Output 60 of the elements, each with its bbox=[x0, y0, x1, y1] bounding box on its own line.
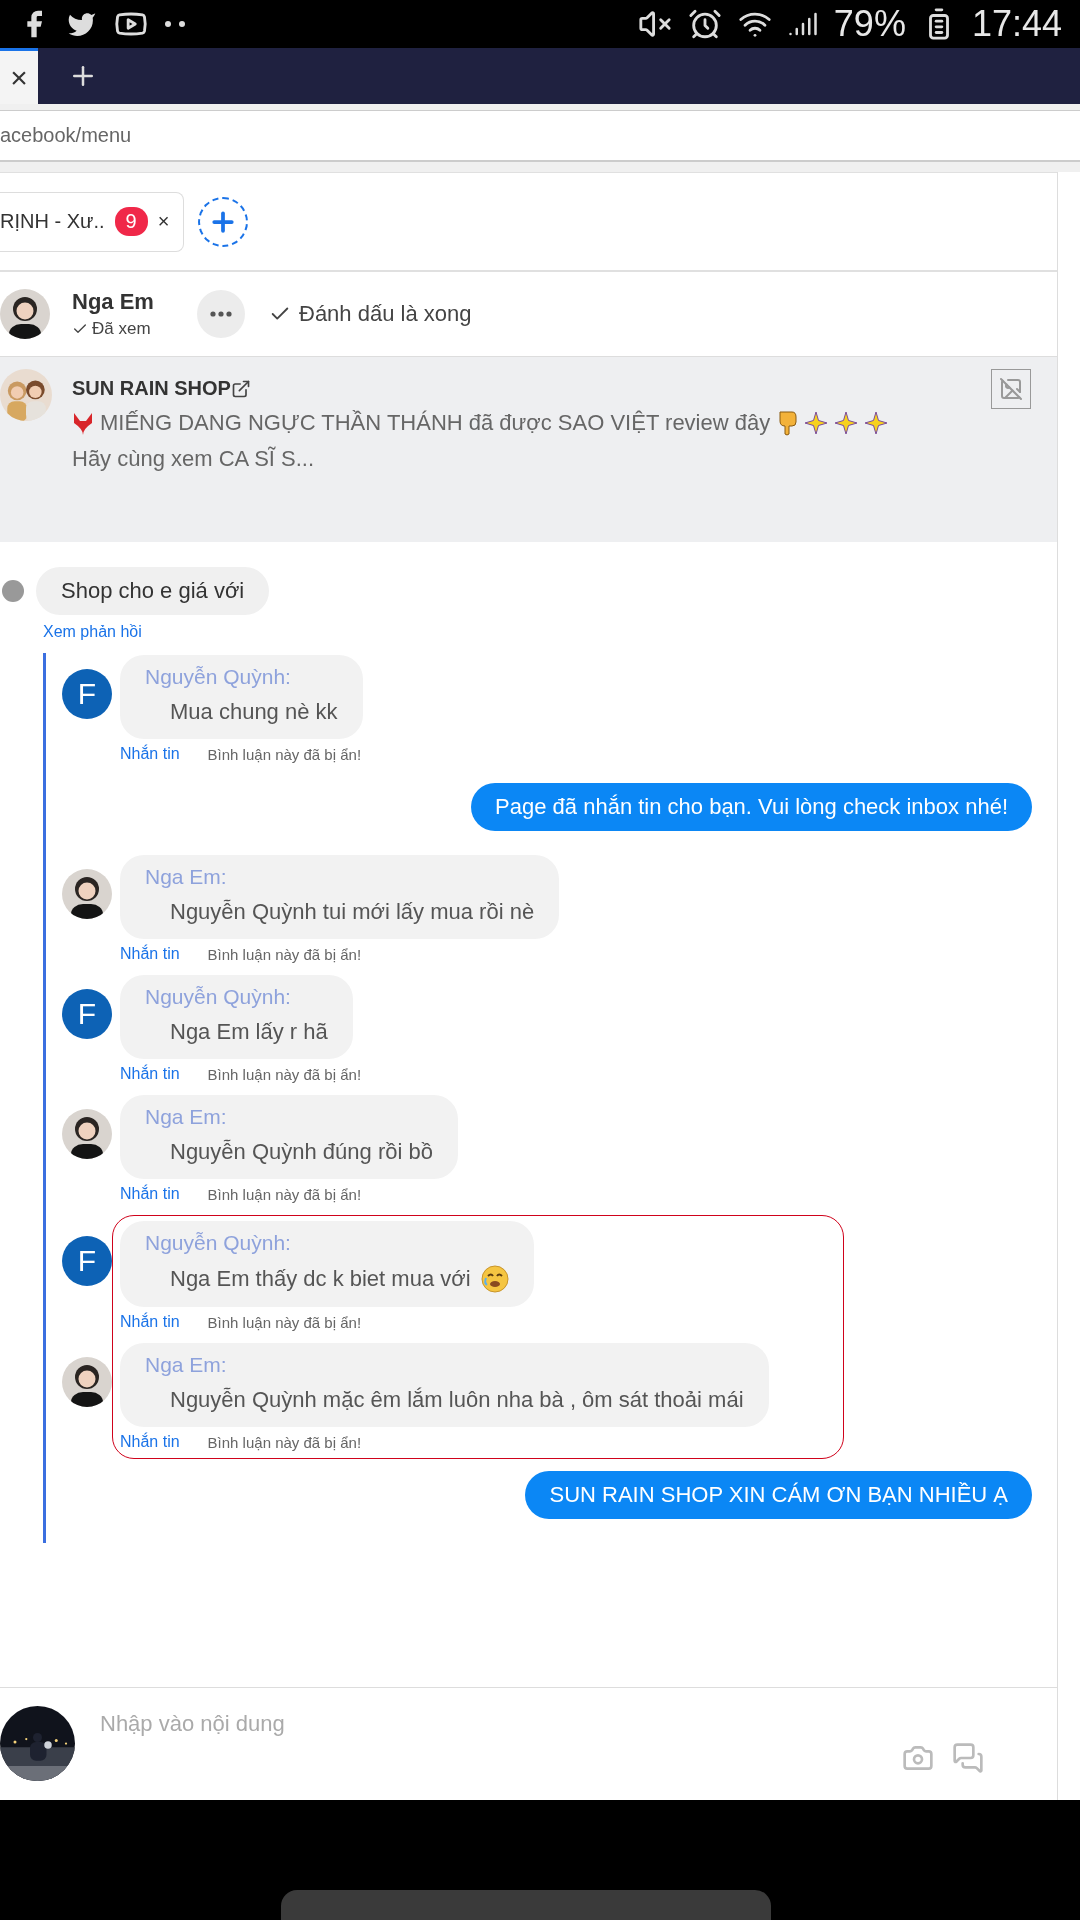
pointing-hand-icon bbox=[776, 410, 799, 436]
comment-author: Nguyễn Quỳnh: bbox=[145, 665, 292, 689]
comment-text: Nga Em lấy r hã bbox=[170, 1019, 328, 1045]
comment-input[interactable]: Nhập vào nội dung bbox=[98, 1710, 902, 1738]
hidden-notice: Bình luận này đã bị ẩn! bbox=[207, 1433, 362, 1451]
comment-author: Nga Em: bbox=[145, 865, 228, 889]
tab-label: RỊNH - Xư.. bbox=[0, 210, 105, 233]
address-bar[interactable]: acebook/menu bbox=[0, 110, 1080, 162]
message-link[interactable]: Nhắn tin bbox=[120, 1065, 180, 1083]
comment-text: Nguyễn Quỳnh mặc êm lắm luôn nha bà , ôm sát thoải mái bbox=[170, 1387, 744, 1413]
hidden-notice: Bình luận này đã bị ẩn! bbox=[207, 745, 362, 763]
emoji-icon bbox=[480, 1265, 509, 1293]
comment-text: Nguyễn Quỳnh đúng rồi bồ bbox=[170, 1139, 433, 1165]
page-reply-bubble: Page đã nhắn tin cho bạn. Vui lòng check inbox nhé! bbox=[471, 783, 1032, 831]
image-button[interactable] bbox=[991, 369, 1031, 409]
comment-text: Nguyễn Quỳnh tui mới lấy mua rồi nè bbox=[170, 899, 535, 925]
hidden-notice: Bình luận này đã bị ẩn! bbox=[207, 1313, 362, 1331]
alarm-icon bbox=[687, 7, 722, 41]
external-link-icon[interactable] bbox=[230, 378, 251, 399]
avatar: F bbox=[62, 669, 112, 719]
sparkle-icon bbox=[804, 411, 829, 435]
more-notifications-icon bbox=[164, 20, 186, 28]
comment-author: Nga Em: bbox=[145, 1353, 228, 1377]
post-text: MIẾNG DANG NGỰC THẦN THÁNH đã được SAO VIỆT review đây bbox=[100, 410, 771, 436]
message-link[interactable]: Nhắn tin bbox=[120, 1313, 180, 1331]
avatar-placeholder bbox=[2, 580, 24, 602]
browser-tab[interactable]: × bbox=[0, 48, 38, 104]
page-reply-bubble: SUN RAIN SHOP XIN CÁM ƠN BẠN NHIỀU Ạ bbox=[525, 1471, 1032, 1519]
sparkle-icon bbox=[864, 411, 889, 435]
comment-author: Nguyễn Quỳnh: bbox=[145, 1231, 292, 1255]
lingerie-icon bbox=[72, 411, 94, 435]
seen-status: Đã xem bbox=[92, 319, 151, 339]
comment-author: Nguyễn Quỳnh: bbox=[145, 985, 292, 1009]
avatar: F bbox=[62, 1236, 112, 1286]
conversation-tab[interactable]: RỊNH - Xư.. 9 × bbox=[0, 191, 185, 252]
view-replies-link[interactable]: Xem phản hồi bbox=[43, 623, 142, 641]
broken-image-icon bbox=[999, 377, 1023, 401]
comment-text: Mua chung nè kk bbox=[170, 699, 338, 725]
close-tab[interactable]: × bbox=[157, 210, 170, 233]
message-link[interactable]: Nhắn tin bbox=[120, 945, 180, 963]
more-button[interactable] bbox=[197, 290, 245, 338]
clock: 17:44 bbox=[971, 6, 1062, 42]
contact-name: Nga Em bbox=[72, 289, 155, 315]
avatar: F bbox=[62, 989, 112, 1039]
hidden-notice: Bình luận này đã bị ẩn! bbox=[207, 1185, 362, 1203]
comment-bubble: Shop cho e giá với bbox=[36, 567, 270, 615]
comment-author: Nga Em: bbox=[145, 1105, 228, 1129]
battery-percent: 79% bbox=[833, 6, 906, 42]
mark-done-button[interactable]: Đánh dấu là xong bbox=[269, 301, 472, 327]
hidden-notice: Bình luận này đã bị ẩn! bbox=[207, 945, 362, 963]
comment-text: Nga Em thấy dc k biet mua với bbox=[170, 1266, 471, 1292]
sparkle-icon bbox=[834, 411, 859, 435]
message-link[interactable]: Nhắn tin bbox=[120, 1433, 180, 1451]
page-name: SUN RAIN SHOP bbox=[72, 377, 231, 400]
message-link[interactable]: Nhắn tin bbox=[120, 1185, 180, 1203]
unread-badge: 9 bbox=[114, 207, 148, 236]
message-link[interactable]: Nhắn tin bbox=[120, 745, 180, 763]
post-text: Hãy cùng xem CA SĨ S... bbox=[72, 446, 315, 472]
hidden-notice: Bình luận này đã bị ẩn! bbox=[207, 1065, 362, 1083]
more-icon bbox=[210, 311, 232, 317]
